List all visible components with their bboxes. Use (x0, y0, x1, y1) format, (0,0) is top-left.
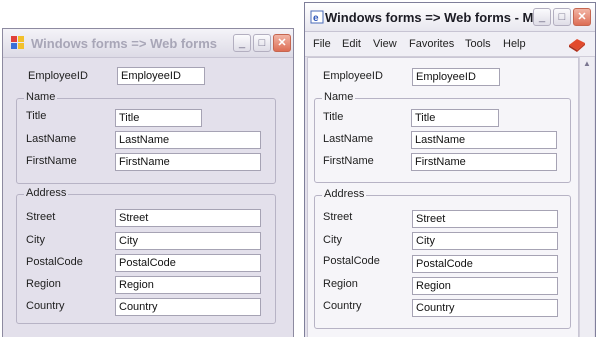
browser-maximize-button[interactable]: □ (553, 8, 571, 26)
title-bar[interactable]: Windows forms => Web forms _ □ ✕ (3, 29, 293, 58)
web-postal-code-input[interactable]: PostalCode (412, 255, 558, 273)
last-name-label: LastName (26, 133, 77, 145)
web-city-input[interactable]: City (412, 232, 558, 250)
vertical-scrollbar[interactable]: ▲ (579, 57, 594, 337)
minimize-icon: _ (238, 36, 246, 49)
address-group-title: Address (24, 187, 69, 199)
close-icon: ✕ (277, 36, 287, 49)
close-icon: ✕ (577, 10, 587, 23)
web-name-legend: Name (322, 91, 356, 103)
web-region-label: Region (323, 278, 358, 290)
window-title: Windows forms => Web forms (31, 36, 218, 51)
windows-logo-icon (569, 39, 585, 52)
country-label: Country (26, 300, 65, 312)
first-name-label: FirstName (26, 155, 77, 167)
close-button[interactable]: ✕ (273, 34, 291, 52)
country-input[interactable]: Country (115, 298, 261, 316)
web-employee-id-label: EmployeeID (323, 70, 383, 82)
region-input[interactable]: Region (115, 276, 261, 294)
maximize-icon: □ (258, 36, 266, 49)
employee-id-input[interactable]: EmployeeID (117, 67, 205, 85)
menu-view[interactable]: View (373, 38, 397, 50)
menu-help[interactable]: Help (503, 38, 526, 50)
web-city-label: City (323, 234, 342, 246)
web-country-input[interactable]: Country (412, 299, 558, 317)
minimize-button[interactable]: _ (233, 34, 251, 52)
last-name-input[interactable]: LastName (115, 131, 261, 149)
web-last-name-label: LastName (323, 133, 374, 145)
postal-code-label: PostalCode (26, 256, 83, 268)
menu-bar: File Edit View Favorites Tools Help (305, 32, 595, 57)
maximize-icon: □ (558, 10, 566, 23)
browser-title-bar[interactable]: e Windows forms => Web forms - M... _ □ … (305, 3, 595, 32)
web-last-name-input[interactable]: LastName (411, 131, 557, 149)
city-input[interactable]: City (115, 232, 261, 250)
scroll-up-arrow-icon[interactable]: ▲ (581, 58, 593, 70)
browser-window-title: Windows forms => Web forms - M... (325, 10, 545, 25)
web-street-input[interactable]: Street (412, 210, 558, 228)
title-input[interactable]: Title (115, 109, 202, 127)
maximize-button[interactable]: □ (253, 34, 271, 52)
browser-window: e Windows forms => Web forms - M... _ □ … (304, 2, 596, 337)
menu-edit[interactable]: Edit (342, 38, 361, 50)
web-first-name-input[interactable]: FirstName (411, 153, 557, 171)
menu-favorites[interactable]: Favorites (409, 38, 454, 50)
menu-tools[interactable]: Tools (465, 38, 491, 50)
web-street-label: Street (323, 211, 353, 223)
form-app-icon (11, 36, 24, 49)
street-label: Street (26, 211, 56, 223)
browser-minimize-button[interactable]: _ (533, 8, 551, 26)
web-region-input[interactable]: Region (412, 277, 558, 295)
first-name-input[interactable]: FirstName (115, 153, 261, 171)
web-title-label: Title (323, 111, 344, 123)
name-group-title: Name (24, 91, 58, 103)
menu-file[interactable]: File (313, 38, 331, 50)
city-label: City (26, 234, 45, 246)
employee-id-label: EmployeeID (28, 70, 88, 82)
svg-text:e: e (313, 13, 319, 24)
title-label: Title (26, 110, 47, 122)
web-postal-code-label: PostalCode (323, 255, 380, 267)
web-first-name-label: FirstName (323, 155, 374, 167)
windows-form-window: Windows forms => Web forms _ □ ✕ Employe… (2, 28, 294, 337)
browser-close-button[interactable]: ✕ (573, 8, 591, 26)
web-country-label: Country (323, 300, 362, 312)
minimize-icon: _ (538, 10, 546, 23)
ie-page-icon: e (310, 10, 324, 24)
web-address-legend: Address (322, 188, 367, 200)
region-label: Region (26, 278, 61, 290)
postal-code-input[interactable]: PostalCode (115, 254, 261, 272)
web-title-input[interactable]: Title (411, 109, 499, 127)
web-employee-id-input[interactable]: EmployeeID (412, 68, 500, 86)
street-input[interactable]: Street (115, 209, 261, 227)
